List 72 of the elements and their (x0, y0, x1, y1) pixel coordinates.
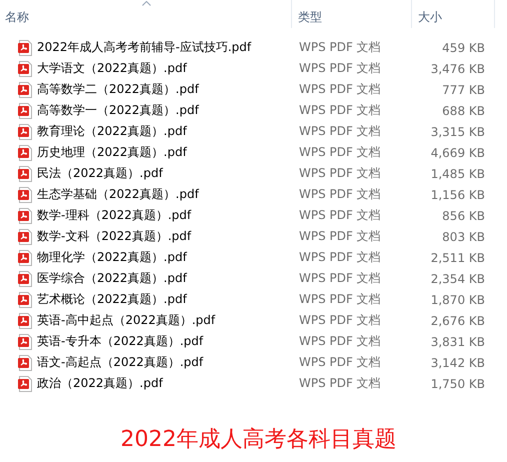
file-name[interactable]: 民法（2022真题）.pdf (37, 165, 163, 182)
file-type: WPS PDF 文档 (298, 60, 382, 77)
pdf-file-icon (18, 270, 32, 286)
file-size: 803 KB (441, 230, 486, 244)
file-type: WPS PDF 文档 (298, 165, 382, 182)
pdf-file-icon (18, 208, 32, 224)
column-header[interactable]: 大小 (412, 0, 495, 28)
file-type: WPS PDF 文档 (298, 39, 382, 56)
file-name[interactable]: 语文-高起点（2022真题）.pdf (37, 354, 204, 371)
pdf-file-icon (18, 228, 32, 244)
file-type: WPS PDF 文档 (298, 186, 382, 203)
file-type: WPS PDF 文档 (298, 333, 382, 350)
file-size: 777 KB (441, 82, 486, 96)
pdf-file-icon (18, 186, 32, 202)
file-type: WPS PDF 文档 (298, 123, 382, 140)
file-type: WPS PDF 文档 (298, 375, 382, 392)
file-size: 3,476 KB (430, 62, 486, 76)
file-type: WPS PDF 文档 (298, 144, 382, 161)
pdf-file-icon (18, 292, 32, 308)
file-name[interactable]: 物理化学（2022真题）.pdf (37, 249, 187, 266)
file-size: 1,870 KB (430, 292, 486, 306)
file-name[interactable]: 英语-高中起点（2022真题）.pdf (37, 312, 216, 329)
pdf-file-icon (18, 102, 32, 118)
file-name[interactable]: 医学综合（2022真题）.pdf (37, 270, 187, 287)
file-type: WPS PDF 文档 (298, 228, 382, 245)
file-size: 2,511 KB (430, 250, 486, 264)
pdf-file-icon (18, 124, 32, 140)
file-name[interactable]: 历史地理（2022真题）.pdf (37, 144, 187, 161)
file-size: 1,750 KB (430, 376, 486, 390)
file-type: WPS PDF 文档 (298, 312, 382, 329)
file-name[interactable]: 数学-文科（2022真题）.pdf (37, 228, 192, 245)
pdf-file-icon (18, 376, 32, 392)
pdf-file-icon (18, 144, 32, 160)
file-type: WPS PDF 文档 (298, 81, 382, 98)
file-name[interactable]: 数学-理科（2022真题）.pdf (37, 207, 192, 224)
file-name[interactable]: 英语-专升本（2022真题）.pdf (37, 333, 204, 350)
file-name[interactable]: 高等数学二（2022真题）.pdf (37, 81, 199, 98)
file-name[interactable]: 大学语文（2022真题）.pdf (37, 60, 187, 77)
file-type: WPS PDF 文档 (298, 207, 382, 224)
pdf-file-icon (18, 166, 32, 182)
pdf-file-icon (18, 354, 32, 370)
pdf-file-icon (18, 60, 32, 76)
file-name[interactable]: 教育理论（2022真题）.pdf (37, 123, 187, 140)
file-size: 459 KB (441, 40, 486, 54)
file-name[interactable]: 艺术概论（2022真题）.pdf (37, 291, 187, 308)
file-size: 2,676 KB (430, 314, 486, 328)
pdf-file-icon (18, 250, 32, 266)
file-size: 1,156 KB (430, 188, 486, 202)
pdf-file-icon (18, 334, 32, 350)
pdf-file-icon (18, 312, 32, 328)
file-size: 3,142 KB (430, 356, 486, 370)
file-type: WPS PDF 文档 (298, 102, 382, 119)
file-name[interactable]: 2022年成人高考考前辅导-应试技巧.pdf (37, 39, 252, 56)
file-size: 1,485 KB (430, 166, 486, 180)
file-size: 4,669 KB (430, 146, 486, 160)
column-header[interactable]: 类型 (292, 0, 412, 28)
file-size: 2,354 KB (430, 272, 486, 286)
pdf-file-icon (18, 40, 32, 56)
file-type: WPS PDF 文档 (298, 291, 382, 308)
file-type: WPS PDF 文档 (298, 249, 382, 266)
caption: 2022年成人高考各科目真题 (120, 426, 396, 454)
file-type: WPS PDF 文档 (298, 270, 382, 287)
file-name[interactable]: 高等数学一（2022真题）.pdf (37, 102, 199, 119)
file-type: WPS PDF 文档 (298, 354, 382, 371)
file-name[interactable]: 政治（2022真题）.pdf (37, 375, 163, 392)
file-size: 688 KB (441, 104, 486, 118)
file-name[interactable]: 生态学基础（2022真题）.pdf (37, 186, 199, 203)
file-size: 3,831 KB (430, 334, 486, 348)
file-size: 3,315 KB (430, 124, 486, 138)
column-header[interactable]: 名称 (0, 0, 292, 28)
pdf-file-icon (18, 82, 32, 98)
file-size: 856 KB (441, 208, 486, 222)
